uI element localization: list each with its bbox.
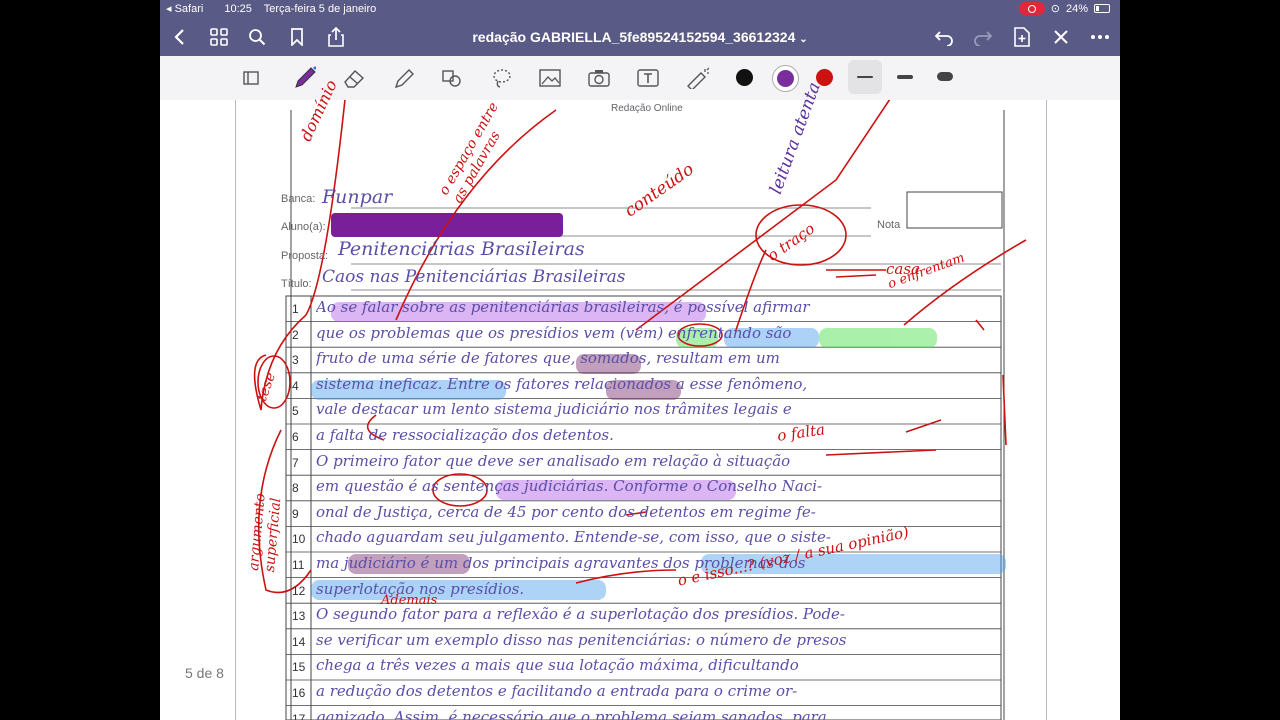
proposta-value: Penitenciárias Brasileiras bbox=[338, 238, 585, 260]
essay-line: a redução dos detentos e facilitando a e… bbox=[316, 682, 798, 700]
titulo-value: Caos nas Penitenciárias Brasileiras bbox=[322, 267, 626, 287]
essay-line: O primeiro fator que deve ser analisado … bbox=[316, 451, 791, 470]
status-time: 10:25 bbox=[224, 3, 252, 15]
essay-page: Redação Online Banca: Funpar Aluno(a): N… bbox=[235, 77, 1047, 720]
line-number: 17 bbox=[292, 711, 306, 720]
essay-line: ganizado. Assim, é necessário que o prob… bbox=[316, 707, 827, 720]
ipad-screen: ◂ Safari 10:25 Terça-feira 5 de janeiro … bbox=[160, 0, 1120, 720]
color-purple-swatch-selected[interactable] bbox=[772, 65, 799, 92]
thickness-medium-option[interactable] bbox=[897, 74, 913, 82]
shapes-icon[interactable] bbox=[440, 66, 464, 90]
essay-line: ma judiciário é um dos principais agrava… bbox=[316, 554, 806, 572]
line-number: 3 bbox=[292, 353, 299, 368]
line-number: 4 bbox=[292, 378, 299, 393]
essay-line: sistema ineficaz. Entre os fatores relac… bbox=[316, 374, 808, 393]
essay-line: que os problemas que os presídios vem (v… bbox=[316, 323, 792, 342]
redo-icon[interactable] bbox=[972, 26, 994, 48]
line-number: 10 bbox=[292, 532, 306, 547]
battery-icon bbox=[1094, 4, 1110, 13]
proposta-label: Proposta: bbox=[281, 250, 329, 262]
essay-line: se verificar um exemplo disso nas penite… bbox=[316, 630, 847, 649]
titulo-label: Título: bbox=[281, 278, 312, 290]
color-black-swatch[interactable] bbox=[736, 69, 753, 86]
undo-icon[interactable] bbox=[933, 26, 955, 48]
essay-line: em questão é as sentenças judiciárias. C… bbox=[316, 477, 823, 496]
essay-line: fruto de uma série de fatores que, somad… bbox=[316, 349, 780, 368]
thickness-thick-option[interactable] bbox=[937, 72, 953, 82]
thickness-thin-option[interactable] bbox=[848, 60, 882, 94]
line-number: 9 bbox=[292, 506, 299, 521]
essay-line: chega a três vezes a mais que sua lotaçã… bbox=[316, 656, 799, 675]
line-number: 14 bbox=[292, 634, 306, 649]
eraser-icon[interactable] bbox=[342, 66, 366, 90]
annotation-ademais: Ademais bbox=[381, 593, 438, 608]
lasso-icon[interactable] bbox=[490, 66, 514, 90]
status-bar: ◂ Safari 10:25 Terça-feira 5 de janeiro … bbox=[160, 0, 1120, 18]
close-editing-icon[interactable] bbox=[1050, 26, 1072, 48]
highlighter-icon[interactable] bbox=[392, 66, 416, 90]
pen-tool-icon[interactable] bbox=[292, 66, 316, 90]
back-to-app-label[interactable]: ◂ Safari bbox=[166, 3, 212, 15]
line-number: 12 bbox=[292, 583, 306, 598]
annotation-casa: casa bbox=[886, 260, 920, 278]
nota-label: Nota bbox=[877, 219, 901, 231]
image-icon[interactable] bbox=[538, 66, 562, 90]
banca-label: Banca: bbox=[281, 193, 316, 205]
screen-recording-icon[interactable] bbox=[1018, 2, 1045, 15]
essay-line: a falta de ressocialização dos detentos. bbox=[316, 426, 614, 444]
line-number: 15 bbox=[292, 660, 306, 675]
document-viewer[interactable]: Redação Online Banca: Funpar Aluno(a): N… bbox=[160, 77, 1120, 720]
line-number: 16 bbox=[292, 686, 306, 700]
line-number: 13 bbox=[292, 609, 306, 624]
essay-line: onal de Justiça, cerca de 45 por cento d… bbox=[316, 502, 816, 521]
line-number: 1 bbox=[292, 302, 299, 316]
camera-icon[interactable] bbox=[587, 66, 611, 90]
navigation-bar: redação GABRIELLA_5fe89524152594_3661232… bbox=[160, 18, 1120, 56]
chevron-down-icon[interactable]: ⌄ bbox=[799, 34, 807, 45]
add-page-icon[interactable] bbox=[1011, 26, 1033, 48]
read-mode-icon[interactable] bbox=[240, 66, 264, 90]
page-counter: 5 de 8 bbox=[185, 665, 224, 681]
essay-line: vale destacar um lento sistema judiciári… bbox=[316, 400, 792, 419]
line-number: 11 bbox=[292, 558, 305, 572]
status-date: Terça-feira 5 de janeiro bbox=[263, 3, 377, 15]
line-number: 7 bbox=[292, 455, 299, 470]
rotation-lock-icon: ⊙ bbox=[1050, 3, 1060, 15]
battery-percent: 24% bbox=[1065, 2, 1088, 15]
laser-pointer-icon[interactable] bbox=[685, 66, 709, 90]
essay-line: Ao se falar sobre as penitenciárias bras… bbox=[316, 298, 810, 316]
line-number: 5 bbox=[292, 404, 299, 419]
annotation-toolbar bbox=[160, 56, 1120, 101]
banca-value: Funpar bbox=[322, 186, 393, 208]
more-icon[interactable] bbox=[1089, 26, 1111, 48]
text-tool-icon[interactable] bbox=[636, 66, 660, 90]
aluno-label: Aluno(a): bbox=[281, 221, 326, 233]
line-number: 8 bbox=[292, 481, 299, 496]
line-number: 6 bbox=[292, 430, 299, 444]
line-number: 2 bbox=[292, 327, 299, 342]
